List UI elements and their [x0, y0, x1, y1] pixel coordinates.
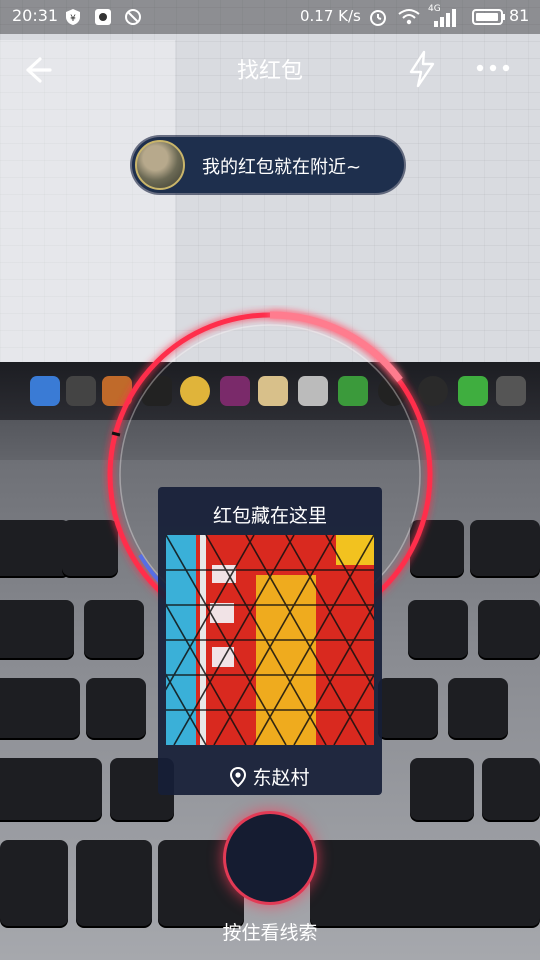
camera-scene-key — [0, 758, 102, 820]
camera-scene-key — [0, 840, 68, 926]
camera-scene-key — [0, 678, 80, 738]
camera-scene-dock-icon — [458, 376, 488, 406]
do-not-disturb-icon — [125, 9, 141, 25]
camera-scene-key — [410, 758, 474, 820]
network-speed: 0.17 K/s — [300, 7, 361, 25]
camera-scene-key — [86, 678, 146, 738]
notification-icon — [95, 9, 111, 25]
clue-title: 红包藏在这里 — [212, 505, 327, 527]
status-bar: 20:31 ¥ 0.17 K/s 4G 81 — [0, 0, 540, 34]
shield-icon: ¥ — [66, 9, 80, 25]
camera-scene-dock-icon — [496, 376, 526, 406]
hold-to-view-label: 按住看线索 — [222, 922, 318, 944]
location-pin-icon — [230, 767, 247, 787]
avatar — [135, 140, 185, 190]
camera-scene-dock-icon — [30, 376, 60, 406]
camera-scene-key — [310, 840, 540, 926]
camera-scene-key — [0, 520, 70, 576]
hint-bubble: 我的红包就在附近~ — [132, 137, 404, 193]
more-dots-icon[interactable] — [474, 57, 512, 79]
clue-image — [166, 535, 374, 745]
camera-scene-key — [478, 600, 540, 658]
location-name: 东赵村 — [252, 767, 310, 789]
camera-scene-key — [482, 758, 540, 820]
status-time: 20:31 — [12, 6, 59, 25]
camera-scene-key — [76, 840, 152, 926]
battery-icon — [472, 9, 505, 25]
camera-scene-key — [0, 600, 74, 658]
camera-scene-dock-icon — [66, 376, 96, 406]
page-title: 找红包 — [236, 59, 303, 84]
wifi-icon — [398, 9, 420, 25]
signal-icon — [434, 9, 456, 27]
battery-level: 81 — [509, 6, 530, 25]
hold-to-view-button[interactable] — [226, 814, 314, 902]
camera-scene-key — [448, 678, 508, 738]
flash-icon[interactable] — [405, 50, 439, 88]
clue-location: 东赵村 — [158, 763, 382, 790]
clue-card: 红包藏在这里 东赵村 — [158, 487, 382, 795]
svg-text:¥: ¥ — [70, 14, 76, 24]
camera-scene-key — [378, 678, 438, 738]
header: 找红包 — [0, 34, 540, 104]
alarm-icon — [370, 10, 386, 26]
hint-text: 我的红包就在附近~ — [202, 157, 362, 178]
camera-scene-key — [470, 520, 540, 576]
